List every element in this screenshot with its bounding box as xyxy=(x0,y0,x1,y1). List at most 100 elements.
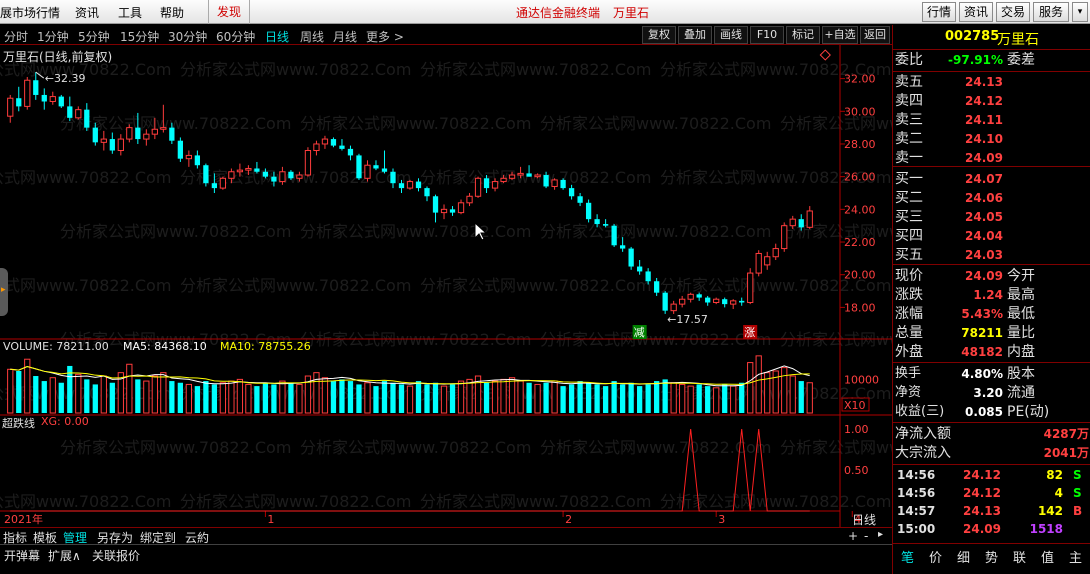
period-5min[interactable]: 5分钟 xyxy=(78,28,110,45)
bid-row[interactable]: 买三 24.05 xyxy=(893,208,1090,226)
weibi-row: 委比 -97.91% 委差 xyxy=(893,51,1090,69)
collapse-arrow-icon: ▸ xyxy=(1,285,6,295)
trade-button[interactable]: 交易 xyxy=(996,2,1030,22)
adjust-button[interactable]: 复权 xyxy=(642,26,676,44)
candle-body-down xyxy=(628,248,634,267)
panel-tab-link[interactable]: 联 xyxy=(1013,547,1026,566)
ask-price: 24.09 xyxy=(965,151,1003,165)
kline-chart[interactable]: 分析家公式网www.70822.Com 分析家公式网www.70822.Com 分析… xyxy=(0,45,892,527)
zoom-in-icon[interactable]: + xyxy=(848,529,858,543)
bid-row[interactable]: 买一 24.07 xyxy=(893,170,1090,188)
volume-bar-down xyxy=(637,386,643,413)
volume-bar-down xyxy=(390,382,396,413)
period-daily[interactable]: 日线 xyxy=(265,28,289,45)
scroll-right-icon[interactable]: ▸ xyxy=(878,529,883,540)
overlay-button[interactable]: 叠加 xyxy=(678,26,712,44)
volume-bar-up xyxy=(747,362,754,414)
period-monthly[interactable]: 月线 xyxy=(333,28,357,45)
candle-body-down xyxy=(92,127,98,143)
panel-tab-trades[interactable]: 笔 xyxy=(901,547,914,566)
volume-unit-label: X10 xyxy=(844,399,866,412)
volume-bar-down xyxy=(560,386,566,413)
candle-body-up xyxy=(747,272,754,303)
zoom-out-icon[interactable]: - xyxy=(864,529,868,543)
bid-row[interactable]: 买四 24.04 xyxy=(893,227,1090,245)
ask-row[interactable]: 卖四 24.12 xyxy=(893,92,1090,110)
volume-bar-up xyxy=(713,387,720,414)
left-collapse-handle[interactable]: ▸ xyxy=(0,268,8,316)
period-weekly[interactable]: 周线 xyxy=(300,28,324,45)
f10-button[interactable]: F10 xyxy=(750,26,784,44)
candle-body-up xyxy=(755,252,762,274)
candle-body-down xyxy=(483,178,490,189)
candle-body-down xyxy=(594,219,600,225)
period-30min[interactable]: 30分钟 xyxy=(168,28,207,45)
menu-market[interactable]: 展市场行情 xyxy=(0,4,60,21)
candle-body-down xyxy=(41,94,47,102)
ask-row[interactable]: 卖一 24.09 xyxy=(893,149,1090,167)
tick-flag: S xyxy=(1073,468,1082,482)
volume-bar-up xyxy=(313,372,320,414)
app-title: 通达信金融终端 xyxy=(516,6,601,20)
tick-time: 14:56 xyxy=(897,468,936,482)
tick-price: 24.09 xyxy=(963,522,1001,536)
candle-body-down xyxy=(169,127,175,141)
quote-button[interactable]: 行情 xyxy=(922,2,956,22)
menu-tools[interactable]: 工具 xyxy=(118,4,142,21)
bid-row[interactable]: 买二 24.06 xyxy=(893,189,1090,207)
candle-body-down xyxy=(262,171,269,177)
period-1min[interactable]: 1分钟 xyxy=(37,28,69,45)
ask-label: 卖二 xyxy=(895,131,923,147)
volume-bar-down xyxy=(568,384,575,413)
volume-bar-up xyxy=(687,385,694,414)
menu-help[interactable]: 帮助 xyxy=(160,4,184,21)
volume-bar-down xyxy=(109,382,115,413)
panel-tab-value[interactable]: 值 xyxy=(1041,547,1054,566)
menu-news[interactable]: 资讯 xyxy=(75,4,99,21)
ask-row[interactable]: 卖三 24.11 xyxy=(893,111,1090,129)
bid-row[interactable]: 买五 24.03 xyxy=(893,246,1090,264)
volume-bar-down xyxy=(92,384,98,413)
mark-button[interactable]: 标记 xyxy=(786,26,820,44)
price-tick-label: 18.00 xyxy=(844,301,876,314)
panel-tab-trend[interactable]: 势 xyxy=(985,547,998,566)
period-60min[interactable]: 60分钟 xyxy=(216,28,255,45)
watermark-text: 分析家公式网www.70822.Com xyxy=(60,222,291,241)
panel-tab-price[interactable]: 价 xyxy=(929,547,942,566)
candle-body-down xyxy=(211,183,218,189)
title-stock-name: 万里石 xyxy=(613,6,650,20)
back-button[interactable]: 返回 xyxy=(860,26,890,44)
flow-label: 大宗流入 xyxy=(895,445,951,461)
ask-row[interactable]: 卖二 24.10 xyxy=(893,130,1090,148)
add-favorite-button[interactable]: +自选 xyxy=(822,26,858,44)
panel-tab-detail[interactable]: 细 xyxy=(957,547,970,566)
danmaku-button[interactable]: 开弹幕 xyxy=(4,547,40,564)
candle-body-down xyxy=(526,173,532,177)
bid-label: 买五 xyxy=(895,247,923,263)
period-tick[interactable]: 分时 xyxy=(4,28,28,45)
ask-row[interactable]: 卖五 24.13 xyxy=(893,73,1090,91)
menu-bar: 展市场行情 资讯 工具 帮助 发现 通达信金融终端 万里石 行情 资讯 交易 服… xyxy=(0,0,1090,24)
candle-body-up xyxy=(24,79,31,107)
candle-body-up xyxy=(764,256,771,266)
related-quote-button[interactable]: 关联报价 xyxy=(92,547,140,564)
expand-button[interactable]: 扩展∧ xyxy=(48,547,81,564)
price-tick-label: 32.00 xyxy=(844,73,876,86)
period-more[interactable]: 更多 > xyxy=(366,28,404,45)
draw-button[interactable]: 画线 xyxy=(714,26,748,44)
window-menu-icon[interactable]: ▾ xyxy=(1072,2,1088,22)
price-tick-label: 24.00 xyxy=(844,203,876,216)
volume-bar-down xyxy=(262,382,269,413)
period-15min[interactable]: 15分钟 xyxy=(120,28,159,45)
menu-discover[interactable]: 发现 xyxy=(208,0,250,24)
candle-body-up xyxy=(730,300,737,305)
candle-body-down xyxy=(347,148,354,156)
panel-tab-main[interactable]: 主 xyxy=(1069,547,1082,566)
news-button[interactable]: 资讯 xyxy=(959,2,993,22)
quote-label-2: 内盘 xyxy=(1007,344,1035,360)
candle-body-down xyxy=(254,168,260,172)
ask-label: 卖三 xyxy=(895,112,923,128)
candle-body-down xyxy=(381,168,388,172)
watermark-text: 分析家公式网www.70822.Com xyxy=(540,114,771,133)
service-button[interactable]: 服务 xyxy=(1033,2,1069,22)
